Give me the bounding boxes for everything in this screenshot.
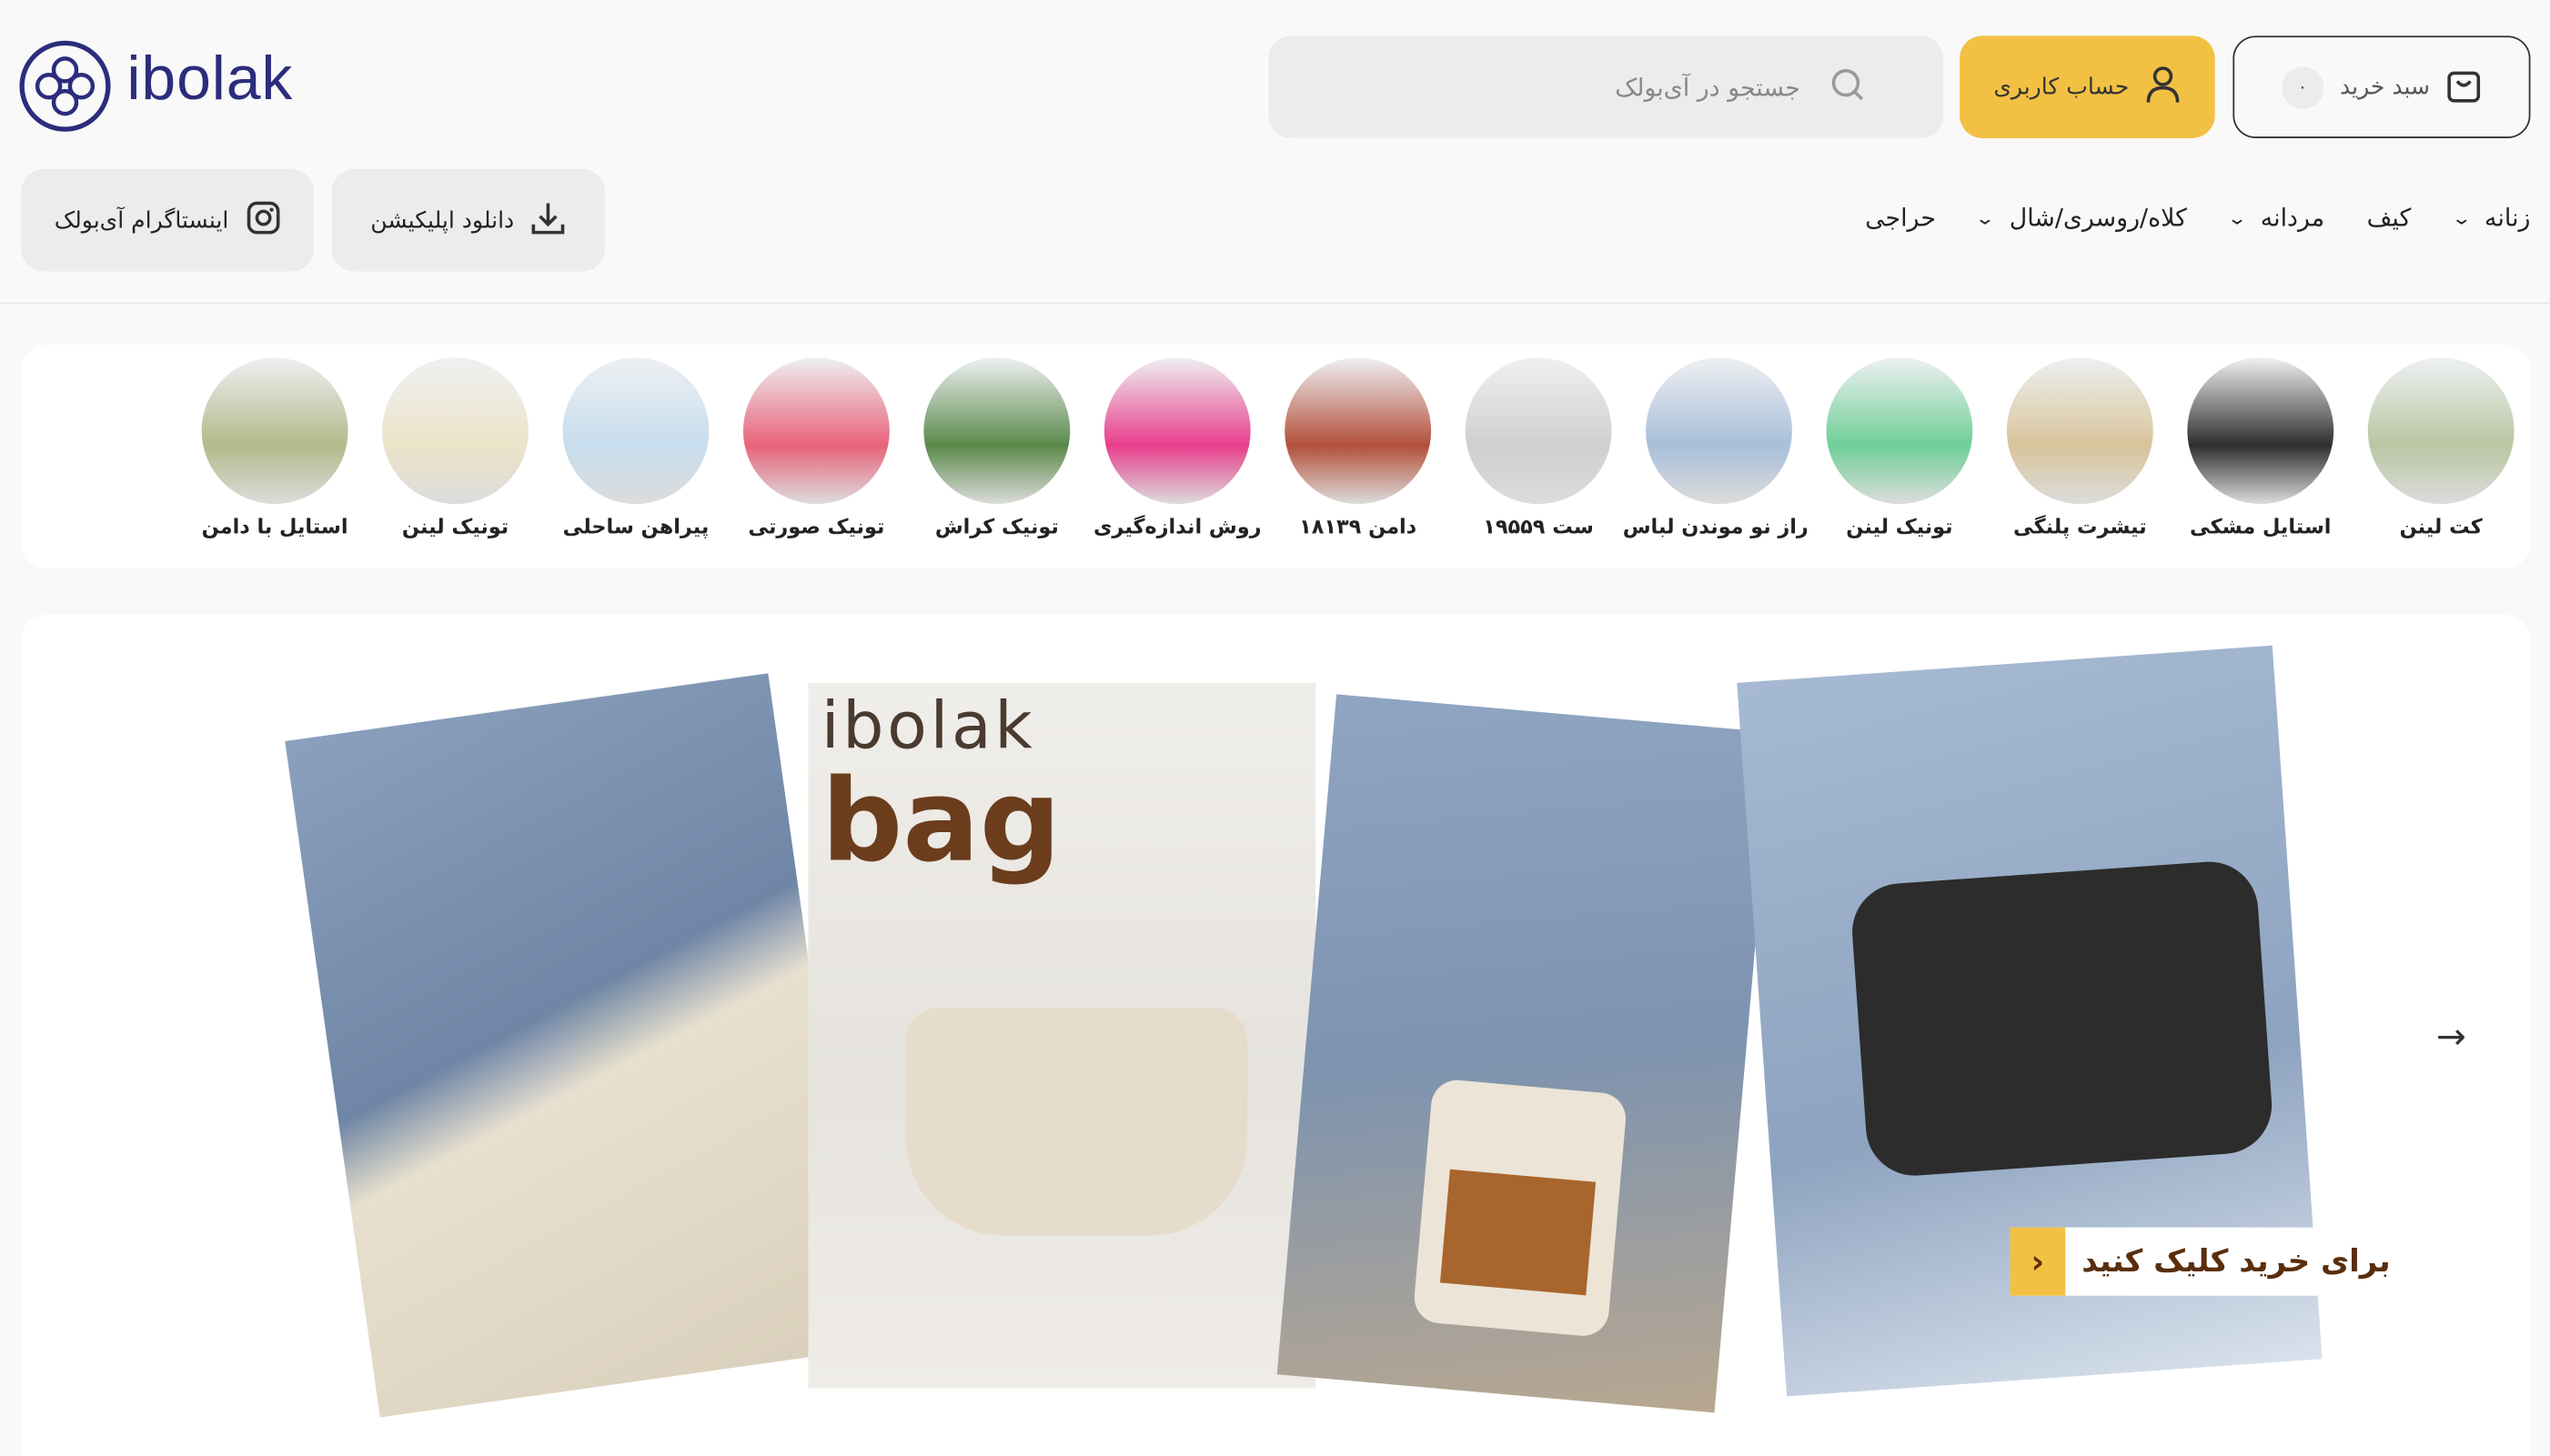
story-label: کت لینن — [2399, 513, 2483, 538]
cta-label: برای خرید کلیک کنید — [2081, 1243, 2391, 1280]
story-item[interactable]: کت لینن — [2352, 357, 2531, 538]
story-thumbnail — [1646, 357, 1792, 505]
banner-photo-rope-bag — [285, 673, 863, 1418]
banner-photo-tote-bag — [1276, 694, 1774, 1413]
nav-item-hats-scarves[interactable]: کلاه/روسری/شال ⌄ — [1975, 203, 2187, 233]
download-app-button[interactable]: دانلود اپلیکیشن — [331, 168, 605, 272]
story-label: تونیک صورتی — [748, 513, 885, 538]
cart-count-badge: ۰ — [2281, 65, 2324, 108]
cream-bag-shape — [905, 1008, 1248, 1236]
chevron-down-icon: ⌄ — [2226, 206, 2248, 229]
nav-label: زنانه — [2484, 203, 2531, 233]
account-button[interactable]: حساب کاربری — [1960, 35, 2215, 138]
black-bag-shape — [1849, 859, 2275, 1180]
search-input[interactable]: جستجو در آی‌بولک — [1268, 35, 1944, 138]
story-thumbnail — [382, 357, 529, 505]
story-item[interactable]: راز نو موندن لباس — [1622, 357, 1809, 538]
download-app-label: دانلود اپلیکیشن — [370, 206, 515, 234]
story-label: دامن ۱۸۱۳۹ — [1299, 513, 1417, 538]
account-label: حساب کاربری — [1993, 74, 2130, 100]
story-label: تونیک لینن — [1846, 513, 1953, 538]
story-label: تونیک لینن — [401, 513, 509, 538]
story-item[interactable]: تونیک صورتی — [727, 357, 906, 538]
story-item[interactable]: روش اندازه‌گیری — [1088, 357, 1267, 538]
shop-cta-button[interactable]: برای خرید کلیک کنید ‹ — [2010, 1227, 2407, 1296]
nav-label: کلاه/روسری/شال — [2009, 203, 2187, 233]
story-item[interactable]: استایل با دامن — [186, 357, 365, 538]
instagram-button[interactable]: اینستاگرام آی‌بولک — [21, 168, 315, 272]
story-thumbnail — [562, 357, 710, 505]
nav-label: مردانه — [2260, 203, 2325, 233]
story-label: پیراهن ساحلی — [562, 513, 710, 538]
story-thumbnail — [201, 357, 348, 505]
stories-bar: کت لینن استایل مشکی تیشرت پلنگی تونیک لینن ر… — [21, 344, 2531, 569]
tote-bag-shape — [1412, 1078, 1628, 1339]
instagram-icon — [245, 199, 280, 241]
story-label: استایل با دامن — [201, 513, 348, 538]
story-item[interactable]: تیشرت پلنگی — [1991, 357, 2170, 538]
logo-text[interactable]: ibolak — [126, 45, 293, 115]
story-label: روش اندازه‌گیری — [1093, 513, 1262, 538]
story-label: تونیک کراش — [934, 513, 1059, 538]
story-label: راز نو موندن لباس — [1622, 513, 1809, 538]
banner-photo-cream-bag: ibolak bag — [808, 682, 1316, 1389]
story-item[interactable]: پیراهن ساحلی — [547, 357, 726, 538]
story-item[interactable]: ست ۱۹۵۵۹ — [1449, 357, 1628, 538]
story-thumbnail — [1826, 357, 1973, 505]
shopping-bag-icon — [2446, 65, 2482, 110]
story-item[interactable]: استایل مشکی — [2171, 357, 2350, 538]
story-label: تیشرت پلنگی — [2013, 513, 2147, 538]
main-nav: زنانه ⌄ کیف مردانه ⌄ کلاه/روسری/شال ⌄ حراجی — [1865, 192, 2530, 244]
chevron-down-icon: ⌄ — [1975, 206, 1997, 229]
story-item[interactable]: تونیک لینن — [366, 357, 545, 538]
story-item[interactable]: دامن ۱۸۱۳۹ — [1268, 357, 1447, 538]
chevron-left-icon: ‹ — [2010, 1227, 2066, 1296]
logo-icon[interactable] — [19, 40, 111, 132]
story-item[interactable]: تونیک لینن — [1810, 357, 1990, 538]
story-label: ست ۱۹۵۵۹ — [1483, 513, 1594, 538]
nav-label: کیف — [2366, 203, 2412, 233]
story-thumbnail — [1285, 357, 1432, 505]
story-thumbnail — [2367, 357, 2515, 505]
cart-label: سبد خرید — [2340, 74, 2431, 100]
story-thumbnail — [1104, 357, 1251, 505]
nav-item-sale[interactable]: حراجی — [1865, 203, 1936, 232]
instagram-label: اینستاگرام آی‌بولک — [54, 206, 229, 234]
cart-button[interactable]: سبد خرید ۰ — [2233, 35, 2531, 138]
search-placeholder: جستجو در آی‌بولک — [1615, 72, 1800, 102]
download-icon — [530, 199, 566, 241]
story-label: استایل مشکی — [2190, 513, 2332, 538]
search-icon — [1829, 65, 1865, 107]
chevron-down-icon: ⌄ — [2450, 206, 2472, 229]
story-thumbnail — [923, 357, 1071, 505]
nav-item-women[interactable]: زنانه ⌄ — [2450, 203, 2531, 233]
nav-item-men[interactable]: مردانه ⌄ — [2226, 203, 2325, 233]
story-item[interactable]: تونیک کراش — [907, 357, 1086, 538]
banner-brand-text: ibolak — [821, 688, 1036, 765]
story-thumbnail — [1465, 357, 1612, 505]
next-arrow-button[interactable]: → — [2436, 1018, 2466, 1059]
hero-banner[interactable]: ibolak bag — [21, 614, 2531, 1456]
banner-bag-text: bag — [821, 754, 1062, 889]
nav-label: حراجی — [1865, 203, 1936, 233]
user-icon — [2145, 65, 2181, 110]
story-thumbnail — [2006, 357, 2153, 505]
nav-item-bags[interactable]: کیف — [2367, 203, 2412, 232]
header-divider — [0, 302, 2550, 305]
story-thumbnail — [742, 357, 890, 505]
story-thumbnail — [2187, 357, 2334, 505]
